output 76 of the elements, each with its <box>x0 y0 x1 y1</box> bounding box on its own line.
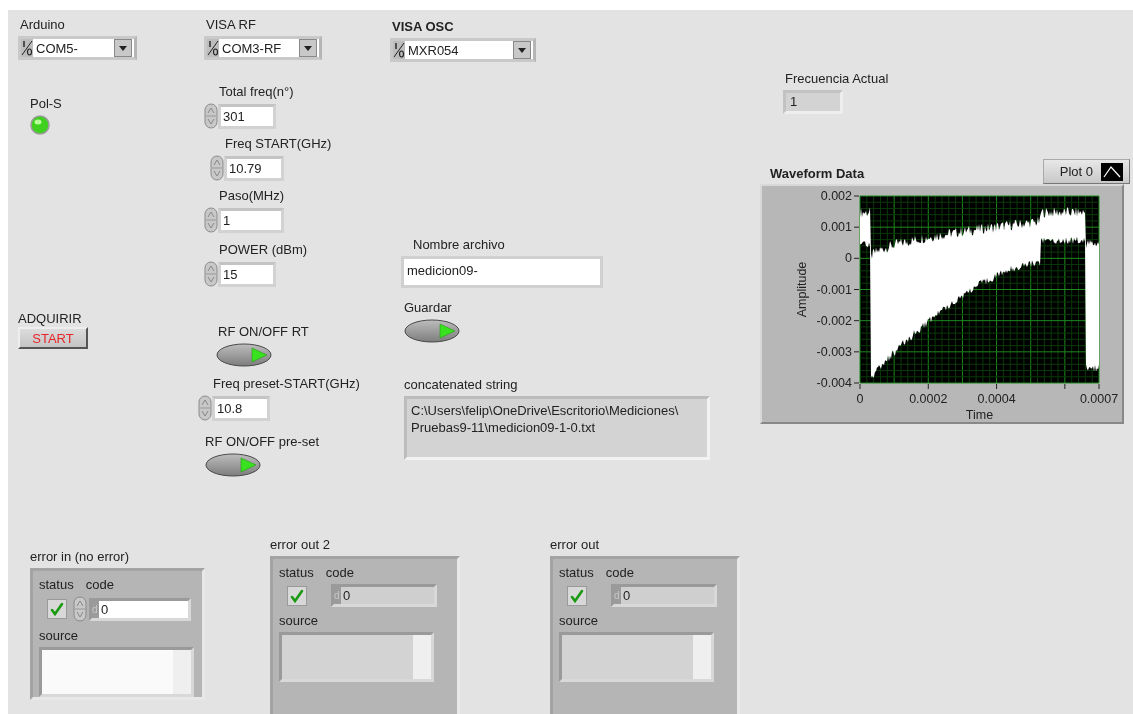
control-label: Guardar <box>404 300 452 316</box>
axis-tick-label: 0.0004 <box>977 392 1016 406</box>
field-label: code <box>85 577 114 593</box>
spin-button[interactable] <box>198 395 212 421</box>
control-label: Nombre archivo <box>413 237 505 253</box>
string-indicator: C:\Users\felip\OneDrive\Escritorio\Mediciones\ Pruebas9-11\medicion09-1-0.txt <box>404 396 710 460</box>
field-label: status <box>39 577 74 593</box>
scrollbar[interactable] <box>413 635 431 679</box>
field-label: source <box>39 628 79 643</box>
text-field[interactable] <box>39 647 194 697</box>
axis-tick-label: 0 <box>856 392 864 406</box>
control-label: RF ON/OFF RT <box>218 324 309 340</box>
dropdown[interactable]: COM5- <box>18 36 137 60</box>
numeric-field[interactable]: 15 <box>218 261 276 287</box>
control-label: VISA RF <box>206 17 256 33</box>
field-label: status <box>279 565 314 581</box>
indicator-label: concatenated string <box>404 377 518 393</box>
control-label: POWER (dBm) <box>219 242 308 258</box>
field-label: status <box>559 565 594 581</box>
axis-tick-label: -0.001 <box>816 282 852 297</box>
control-label: Arduino <box>20 17 65 33</box>
control-label: Freq preset-START(GHz) <box>213 376 360 392</box>
dropdown[interactable]: COM3-RF <box>204 36 322 60</box>
visa-icon <box>207 39 219 57</box>
axis-tick-label: 0 <box>845 251 852 266</box>
field-label: code <box>605 565 634 581</box>
visa-icon <box>393 41 405 59</box>
control-label: RF ON/OFF pre-set <box>205 434 320 450</box>
axis-tick-label: -0.002 <box>816 313 852 328</box>
numeric-field[interactable]: 10.79 <box>224 155 284 181</box>
graph-title: Waveform Data <box>770 166 865 182</box>
plot-legend[interactable]: Plot 0 <box>1042 159 1130 184</box>
dropdown-arrow-button[interactable] <box>513 41 531 59</box>
line-style-icon <box>1101 162 1123 181</box>
axis-title: Amplitude <box>795 261 809 318</box>
field-label: source <box>559 613 599 628</box>
status-checkbox[interactable] <box>47 599 67 619</box>
spin-button[interactable] <box>204 261 218 287</box>
numeric-indicator: 1 <box>783 90 843 114</box>
dropdown-arrow-button[interactable] <box>299 39 317 57</box>
numeric-field[interactable]: 301 <box>218 103 276 129</box>
axis-tick-label: -0.004 <box>816 376 852 390</box>
control-label: ADQUIRIR <box>18 311 82 327</box>
spin-button[interactable] <box>73 596 87 622</box>
axis-tick-label: 0.002 <box>820 189 852 203</box>
axis-tick-label: 0.001 <box>820 220 852 235</box>
toggle-button[interactable] <box>216 343 272 367</box>
control-label: Freq START(GHz) <box>225 136 332 152</box>
field-label: code <box>325 565 354 581</box>
text-field[interactable]: medicion09- <box>401 256 603 288</box>
indicator-label: Frecuencia Actual <box>785 71 889 87</box>
field-label: source <box>279 613 319 628</box>
control-label: Pol-S <box>30 96 62 112</box>
cluster-label: error out <box>550 537 600 553</box>
control-label: Paso(MHz) <box>219 188 284 204</box>
scrollbar[interactable] <box>173 650 191 694</box>
control-label: VISA OSC <box>392 19 454 35</box>
axis-title: Time <box>965 408 994 422</box>
axis-tick-label: 0.0002 <box>909 392 948 406</box>
visa-icon <box>21 39 33 57</box>
spin-button[interactable] <box>210 155 224 181</box>
toggle-button[interactable] <box>404 319 460 343</box>
cluster-label: error out 2 <box>270 537 330 553</box>
axis-tick-label: -0.003 <box>816 344 852 359</box>
legend-label: Plot 0 <box>1059 164 1093 179</box>
spin-button[interactable] <box>204 103 218 129</box>
cluster-label: error in (no error) <box>30 549 129 565</box>
control-label: Total freq(n°) <box>219 84 294 100</box>
dropdown[interactable]: MXR054 <box>390 38 536 62</box>
numeric-field[interactable]: 10.8 <box>212 395 270 421</box>
toggle-button[interactable] <box>205 453 261 477</box>
scrollbar[interactable] <box>693 635 711 679</box>
spin-button[interactable] <box>204 207 218 233</box>
axis-tick-label: 0.0007 <box>1079 392 1119 406</box>
numeric-field[interactable]: 1 <box>218 207 284 233</box>
dropdown-arrow-button[interactable] <box>114 39 132 57</box>
